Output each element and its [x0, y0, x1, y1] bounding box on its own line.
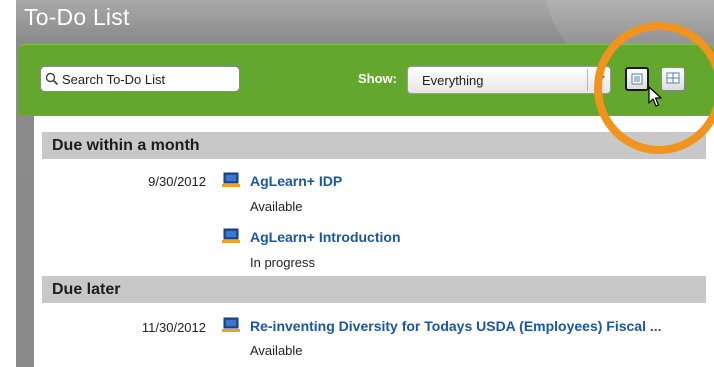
- course-computer-icon: [222, 317, 240, 332]
- page-margin: [0, 0, 16, 367]
- course-computer-icon: [222, 228, 240, 243]
- due-date: 11/30/2012: [141, 320, 206, 335]
- course-status: Available: [250, 199, 303, 214]
- due-date: 9/30/2012: [148, 174, 206, 189]
- todo-list-panel: To-Do List Show: Everything: [16, 0, 714, 367]
- section-header-due-month: Due within a month: [42, 132, 706, 159]
- dropdown-divider: [587, 69, 588, 91]
- show-filter-value: Everything: [422, 73, 484, 88]
- panel-title: To-Do List: [24, 4, 130, 30]
- show-label: Show:: [358, 71, 397, 86]
- course-computer-icon: [222, 172, 240, 187]
- course-link[interactable]: Re-inventing Diversity for Todays USDA (…: [250, 318, 662, 334]
- search-box[interactable]: [40, 66, 240, 92]
- course-status: In progress: [250, 255, 316, 270]
- course-link[interactable]: AgLearn+ Introduction: [250, 229, 401, 245]
- search-icon: [45, 72, 59, 86]
- mouse-pointer-icon: [648, 86, 662, 107]
- section-header-due-later: Due later: [42, 276, 706, 303]
- show-filter-dropdown[interactable]: Everything: [407, 66, 611, 94]
- todo-content: Due within a month 9/30/2012 AgLearn+ ID…: [34, 116, 714, 367]
- search-input[interactable]: [62, 71, 232, 87]
- course-status: Available: [250, 343, 303, 358]
- course-link[interactable]: AgLearn+ IDP: [250, 173, 342, 189]
